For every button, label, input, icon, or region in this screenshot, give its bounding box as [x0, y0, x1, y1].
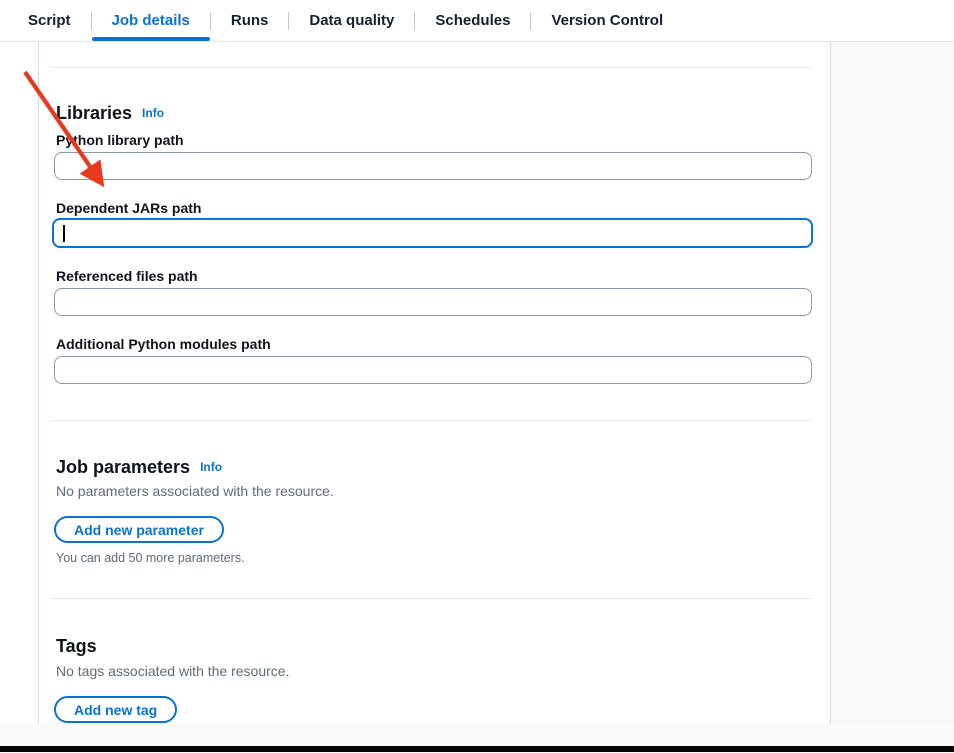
python-library-path-input[interactable] — [54, 152, 812, 180]
additional-python-modules-path-input[interactable] — [54, 356, 812, 384]
additional-python-modules-path-label: Additional Python modules path — [56, 335, 271, 353]
job-tab-bar: Script Job details Runs Data quality Sch… — [0, 0, 954, 42]
dependent-jars-path-label: Dependent JARs path — [56, 199, 201, 217]
libraries-info-link[interactable]: Info — [142, 106, 164, 120]
job-details-panel: Libraries Info Python library path Depend… — [38, 42, 831, 724]
section-divider — [51, 420, 811, 421]
tab-script[interactable]: Script — [28, 0, 91, 41]
right-gutter — [831, 42, 954, 724]
section-divider — [51, 67, 811, 68]
text-cursor — [63, 225, 65, 242]
bottom-strip — [0, 724, 954, 747]
referenced-files-path-input[interactable] — [54, 288, 812, 316]
job-parameters-title-text: Job parameters — [56, 457, 190, 477]
job-parameters-section-title: Job parameters Info — [56, 456, 222, 478]
libraries-title-text: Libraries — [56, 103, 132, 123]
tags-empty-text: No tags associated with the resource. — [56, 662, 289, 680]
section-divider — [51, 598, 811, 599]
tab-runs[interactable]: Runs — [211, 0, 289, 41]
tab-version-control[interactable]: Version Control — [531, 0, 683, 41]
referenced-files-path-label: Referenced files path — [56, 267, 198, 285]
job-parameters-info-link[interactable]: Info — [200, 460, 222, 474]
tab-schedules[interactable]: Schedules — [415, 0, 530, 41]
python-library-path-label: Python library path — [56, 131, 184, 149]
add-new-parameter-button[interactable]: Add new parameter — [54, 516, 224, 543]
job-parameters-empty-text: No parameters associated with the resour… — [56, 482, 334, 500]
window-bottom-edge — [0, 746, 954, 752]
dependent-jars-path-input[interactable] — [52, 218, 813, 248]
libraries-section-title: Libraries Info — [56, 102, 164, 124]
tab-job-details[interactable]: Job details — [92, 0, 210, 41]
glue-job-details-screen: Script Job details Runs Data quality Sch… — [0, 0, 954, 753]
tab-data-quality[interactable]: Data quality — [289, 0, 414, 41]
add-new-tag-button[interactable]: Add new tag — [54, 696, 177, 723]
tags-title-text: Tags — [56, 636, 97, 656]
tags-section-title: Tags — [56, 635, 97, 657]
parameters-limit-text: You can add 50 more parameters. — [56, 549, 245, 567]
